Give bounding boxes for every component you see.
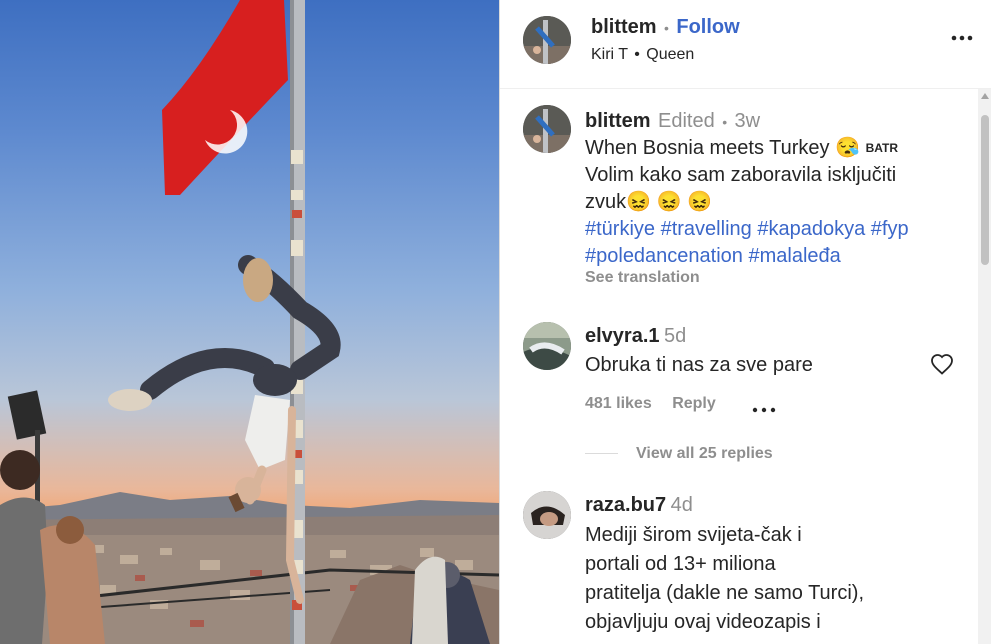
comment-meta: raza.bu7 4d <box>585 494 693 517</box>
view-replies-link[interactable]: View all 25 replies <box>636 445 773 463</box>
comment-line: objavljuju ovaj videozapis i <box>585 611 821 633</box>
caption-line-1-text: When Bosnia meets Turkey 😪 <box>585 137 861 159</box>
caption-avatar[interactable] <box>523 105 571 153</box>
scroll-up-icon[interactable] <box>981 93 989 99</box>
comment-line: pratitelja (dakle ne samo Turci), <box>585 582 865 604</box>
author-avatar[interactable] <box>523 16 571 64</box>
hashtag-link[interactable]: #türkiye <box>585 218 655 240</box>
comment-line: Mediji širom svijeta-čak i <box>585 524 802 546</box>
caption-badge: BATR <box>865 141 899 156</box>
hashtags-line-1: #türkiye #travelling #kapadokya #fyp <box>585 216 965 243</box>
commenter-avatar[interactable] <box>523 491 571 539</box>
avatar-image <box>523 105 571 153</box>
post-details-panel: blittem • Follow Kiri T • Queen blittem … <box>499 0 991 644</box>
comment-options-icon[interactable] <box>752 400 776 418</box>
hashtag-link[interactable]: #travelling <box>661 218 752 240</box>
audio-title: Queen <box>646 46 695 63</box>
comment-actions: 481 likes Reply <box>585 395 716 413</box>
avatar-image <box>523 16 571 64</box>
author-username[interactable]: blittem <box>591 16 657 38</box>
reply-button[interactable]: Reply <box>672 395 716 412</box>
avatar-image <box>523 491 571 539</box>
post-header: blittem • Follow Kiri T • Queen <box>500 0 991 89</box>
comment-time[interactable]: 4d <box>671 494 693 516</box>
caption-username[interactable]: blittem <box>585 110 651 132</box>
hashtag-link[interactable]: #kapadokya <box>757 218 865 240</box>
comments-scrollbar[interactable] <box>978 89 991 644</box>
commenter-username[interactable]: elvyra.1 <box>585 325 660 347</box>
post-photo <box>0 0 499 644</box>
hashtag-link[interactable]: #fyp <box>871 218 909 240</box>
hashtags-line-2: #poledancenation #malaleđa <box>585 243 965 270</box>
commenter-username[interactable]: raza.bu7 <box>585 494 666 516</box>
header-title-row: blittem • Follow <box>591 16 740 39</box>
comment-meta: elvyra.1 5d <box>585 325 686 348</box>
comment-likes[interactable]: 481 likes <box>585 395 652 412</box>
comments-list[interactable]: blittem Edited • 3w When Bosnia meets Tu… <box>500 89 976 644</box>
hashtag-link[interactable]: #malaleđa <box>748 245 840 267</box>
comment-time[interactable]: 5d <box>664 325 686 347</box>
caption-line-1: When Bosnia meets Turkey 😪 BATR <box>585 135 965 162</box>
replies-divider <box>585 453 618 454</box>
avatar-image <box>523 322 571 370</box>
heart-icon[interactable] <box>930 353 954 380</box>
see-translation-link[interactable]: See translation <box>585 269 700 287</box>
hashtag-link[interactable]: #poledancenation <box>585 245 743 267</box>
header-separator: • <box>664 20 669 36</box>
caption-text: When Bosnia meets Turkey 😪 BATR Volim ka… <box>585 135 965 270</box>
caption-line-3: zvuk😖 😖 😖 <box>585 191 712 214</box>
more-options-icon[interactable] <box>950 26 974 55</box>
scrollbar-thumb[interactable] <box>981 115 989 265</box>
comment-text: Obruka ti nas za sve pare <box>585 354 813 376</box>
caption-separator: • <box>722 114 728 130</box>
caption-line-2: Volim kako sam zaboravila isključiti <box>585 164 897 187</box>
commenter-avatar[interactable] <box>523 322 571 370</box>
comment-text: Mediji širom svijeta-čak i portali od 13… <box>585 521 864 637</box>
comment-line: portali od 13+ miliona <box>585 553 776 575</box>
audio-artist: Kiri T <box>591 46 628 63</box>
caption-edited: Edited <box>658 110 715 132</box>
audio-info[interactable]: Kiri T • Queen <box>591 46 694 64</box>
follow-button[interactable]: Follow <box>676 16 739 38</box>
caption-time[interactable]: 3w <box>735 110 761 132</box>
audio-separator: • <box>634 46 640 63</box>
caption-meta: blittem Edited • 3w <box>585 110 760 133</box>
post-media[interactable] <box>0 0 499 644</box>
